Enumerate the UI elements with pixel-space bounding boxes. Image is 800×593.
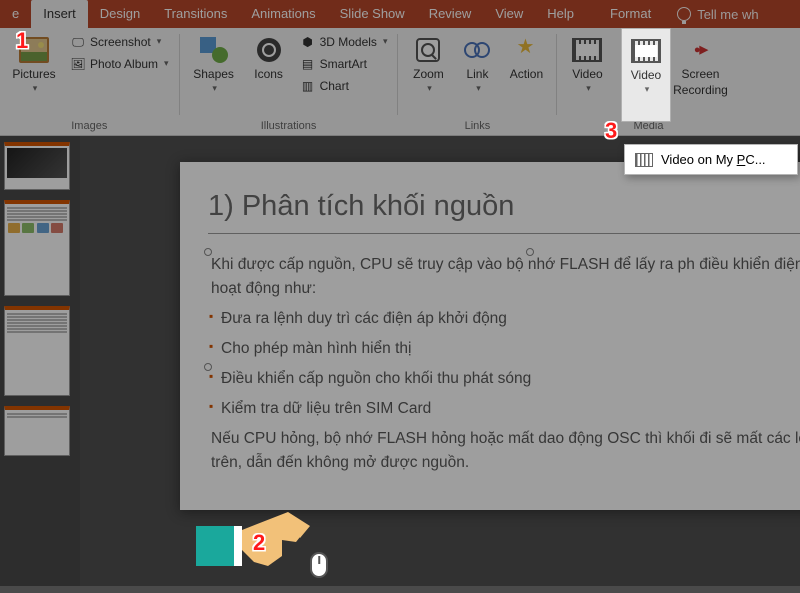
slide-thumbnail[interactable] [4, 306, 70, 396]
cube-icon: ⬢ [300, 34, 316, 50]
slide-thumbnail[interactable] [4, 406, 70, 456]
pointing-hand-icon [196, 490, 306, 580]
group-label-links: Links [404, 120, 550, 135]
slide-thumbnail[interactable] [4, 142, 70, 190]
shapes-button[interactable]: Shapes ▾ [186, 32, 242, 94]
photo-album-icon: 🖼 [70, 56, 86, 72]
screenshot-button[interactable]: 🖵 Screenshot ▾ [66, 32, 173, 52]
body-paragraph: Nếu CPU hỏng, bộ nhớ FLASH hỏng hoặc mất… [209, 427, 800, 475]
annotation-step-2: 2 [253, 530, 279, 556]
video-label: Video [572, 68, 602, 82]
chevron-down-icon: ▾ [157, 36, 162, 47]
screen-recording-label-1: Screen [681, 68, 719, 82]
body-paragraph: Khi được cấp nguồn, CPU sẽ truy cập vào … [209, 253, 800, 301]
ribbon-tab-strip: e Insert Design Transitions Animations S… [0, 0, 800, 28]
video-label: Video [631, 69, 661, 83]
zoom-label: Zoom [413, 68, 444, 82]
link-icon [464, 41, 490, 59]
annotation-step-1: 1 [16, 28, 42, 54]
action-icon [514, 38, 538, 62]
tab-help[interactable]: Help [535, 0, 586, 28]
chevron-down-icon: ▾ [383, 36, 388, 47]
chevron-down-icon: ▾ [476, 83, 481, 93]
shapes-icon [200, 37, 228, 63]
tab-insert[interactable]: Insert [31, 0, 88, 28]
screenshot-label: Screenshot [90, 35, 151, 49]
tab-home-partial[interactable]: e [0, 0, 31, 28]
tab-design[interactable]: Design [88, 0, 152, 28]
photo-album-label: Photo Album [90, 57, 158, 71]
video-button-highlighted[interactable]: Video ▾ [621, 28, 671, 122]
group-label-illustrations: Illustrations [186, 120, 392, 135]
group-links: Zoom ▾ Link ▾ Action Links [398, 28, 556, 135]
chevron-down-icon: ▾ [645, 84, 650, 94]
ribbon-insert: Pictures ▾ 🖵 Screenshot ▾ 🖼 Photo Album … [0, 28, 800, 136]
selection-handle[interactable] [204, 248, 212, 256]
video-icon [631, 39, 661, 63]
3d-models-button[interactable]: ⬢ 3D Models ▾ [296, 32, 392, 52]
slide-title[interactable]: 1) Phân tích khối nguồn [208, 190, 800, 234]
chevron-down-icon: ▾ [33, 83, 38, 93]
video-icon [572, 38, 602, 62]
slide-canvas[interactable]: 1) Phân tích khối nguồn Khi được cấp ngu… [180, 162, 800, 510]
body-bullet: Điều khiển cấp nguồn cho khối thu phát s… [209, 367, 800, 391]
icons-button[interactable]: Icons [246, 32, 292, 82]
group-label-images: Images [6, 120, 173, 135]
slide-title-text: 1) Phân tích khối nguồn [208, 190, 514, 222]
mouse-cursor-icon [310, 552, 328, 578]
screen-recording-icon: ●▶ [694, 44, 707, 57]
smartart-label: SmartArt [320, 57, 367, 71]
selection-handle[interactable] [526, 248, 534, 256]
chart-button[interactable]: ▥ Chart [296, 76, 392, 96]
film-icon [635, 153, 653, 167]
slide-thumbnail[interactable] [4, 200, 70, 296]
action-button[interactable]: Action [502, 32, 550, 82]
icons-label: Icons [254, 68, 283, 82]
video-dropdown-menu: Video on My PC... [624, 144, 798, 175]
screen-recording-label-2: Recording [673, 84, 728, 98]
slide-thumbnail-panel[interactable] [0, 136, 80, 586]
body-bullet: Cho phép màn hình hiển thị [209, 337, 800, 361]
chevron-down-icon: ▾ [586, 83, 591, 93]
smartart-button[interactable]: ▤ SmartArt [296, 54, 392, 74]
3d-models-label: 3D Models [320, 35, 377, 49]
tab-review[interactable]: Review [417, 0, 484, 28]
tab-animations[interactable]: Animations [239, 0, 327, 28]
workspace: 1) Phân tích khối nguồn Khi được cấp ngu… [0, 136, 800, 586]
icons-icon [257, 38, 281, 62]
body-bullet: Đưa ra lệnh duy trì các điện áp khởi độn… [209, 307, 800, 331]
tab-slide-show[interactable]: Slide Show [328, 0, 417, 28]
group-illustrations: Shapes ▾ Icons ⬢ 3D Models ▾ ▤ SmartArt … [180, 28, 398, 135]
link-button[interactable]: Link ▾ [456, 32, 498, 94]
video-on-my-pc-label: Video on My PC... [661, 152, 766, 167]
tab-format[interactable]: Format [598, 0, 663, 28]
link-label: Link [466, 68, 488, 82]
screen-recording-button[interactable]: ●▶ Screen Recording [667, 32, 733, 98]
chart-icon: ▥ [300, 78, 316, 94]
shapes-label: Shapes [193, 68, 234, 82]
chevron-down-icon: ▾ [164, 58, 169, 69]
tab-view[interactable]: View [483, 0, 535, 28]
chevron-down-icon: ▾ [212, 83, 217, 93]
annotation-step-3: 3 [605, 118, 631, 144]
photo-album-button[interactable]: 🖼 Photo Album ▾ [66, 54, 173, 74]
action-label: Action [510, 68, 543, 82]
chart-label: Chart [320, 79, 349, 93]
zoom-button[interactable]: Zoom ▾ [404, 32, 452, 94]
chevron-down-icon: ▾ [427, 83, 432, 93]
tell-me-label: Tell me wh [697, 7, 758, 22]
lightbulb-icon [677, 7, 691, 21]
group-label-media: Media [563, 120, 733, 135]
tell-me-search[interactable]: Tell me wh [677, 7, 758, 22]
video-on-my-pc-item[interactable]: Video on My PC... [625, 145, 797, 174]
smartart-icon: ▤ [300, 56, 316, 72]
video-button[interactable]: Video ▾ [563, 32, 611, 94]
zoom-icon [416, 38, 440, 62]
screenshot-icon: 🖵 [70, 34, 86, 50]
pictures-label: Pictures [12, 68, 55, 82]
body-bullet: Kiểm tra dữ liệu trên SIM Card [209, 397, 800, 421]
slide-body-textbox[interactable]: Khi được cấp nguồn, CPU sẽ truy cập vào … [208, 252, 800, 482]
tab-transitions[interactable]: Transitions [152, 0, 239, 28]
slide-editor[interactable]: 1) Phân tích khối nguồn Khi được cấp ngu… [80, 136, 800, 586]
